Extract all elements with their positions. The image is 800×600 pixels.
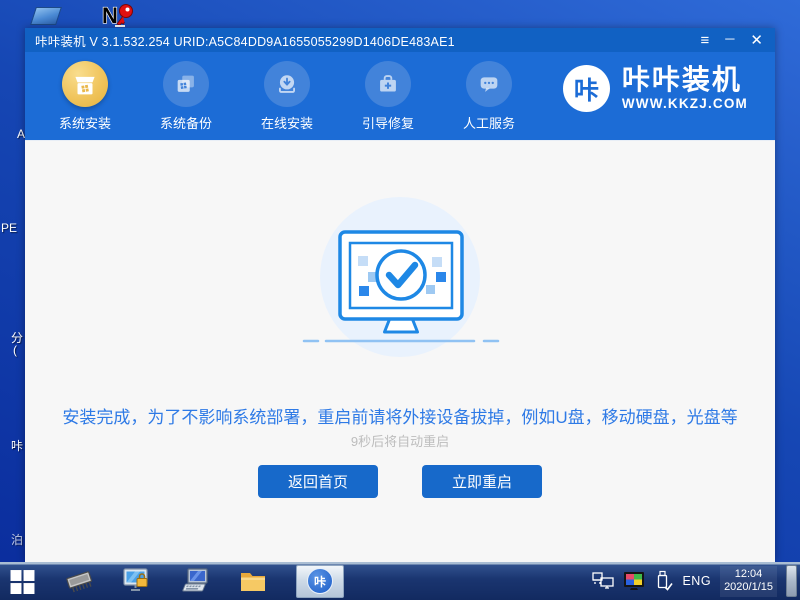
brand-logo: 咔 咔咔装机 WWW.KKZJ.COM	[563, 65, 748, 112]
folder-icon[interactable]	[239, 569, 267, 593]
clock[interactable]: 12:04 2020/1/15	[720, 566, 777, 597]
kaka-taskbar-logo: 咔	[307, 568, 333, 594]
backup-copy-icon	[163, 61, 209, 107]
clock-time: 12:04	[724, 568, 773, 582]
back-home-button[interactable]: 返回首页	[258, 465, 378, 498]
nav-item-system-install[interactable]: 系统安装	[47, 61, 123, 132]
auto-restart-countdown: 9秒后将自动重启	[25, 431, 775, 450]
taskbar: 咔	[0, 562, 800, 600]
nav-bar: 系统安装	[25, 52, 775, 140]
memory-chip-icon[interactable]	[64, 568, 94, 594]
usb-icon[interactable]	[656, 570, 673, 592]
show-desktop-button[interactable]	[786, 565, 797, 597]
kaka-logo-icon: 咔	[563, 65, 610, 112]
close-icon[interactable]: ✕	[750, 33, 763, 48]
nav-label: 系统安装	[47, 113, 123, 132]
nav-item-boot-repair[interactable]: 引导修复	[350, 61, 426, 132]
kaka-installer-window: 咔咔装机 V 3.1.532.254 URID:A5C84DD9A1655055…	[25, 28, 775, 562]
nav-label: 在线安装	[249, 113, 325, 132]
install-box-icon	[62, 61, 108, 107]
windows-start-icon[interactable]	[10, 569, 35, 594]
display-lock-icon[interactable]	[123, 568, 151, 595]
nav-label: 引导修复	[350, 113, 426, 132]
minimize-icon[interactable]: ─	[725, 31, 734, 46]
desktop: N A PE 分 ( 咔 泊 咔咔装机 V 3.1.532.254 URID:A…	[0, 0, 800, 600]
blue-screen-shortcut-icon[interactable]	[30, 7, 62, 25]
boot-repair-icon	[365, 61, 411, 107]
desktop-label-fragment: (	[13, 343, 17, 357]
network-icon[interactable]	[592, 572, 614, 590]
nav-item-online-install[interactable]: 在线安装	[249, 61, 325, 132]
support-chat-icon	[466, 61, 512, 107]
clock-date: 2020/1/15	[724, 581, 773, 595]
nav-item-system-backup[interactable]: 系统备份	[148, 61, 224, 132]
main-content: 安装完成，为了不影响系统部署，重启前请将外接设备拔掉，例如U盘，移动硬盘，光盘等…	[25, 140, 775, 562]
desktop-label-fragment: 泊	[11, 531, 23, 548]
nav-item-support[interactable]: 人工服务	[451, 61, 527, 132]
nav-label: 系统备份	[148, 113, 224, 132]
monitor-check-icon	[290, 191, 510, 371]
kaka-app-icon[interactable]: 咔	[296, 565, 344, 598]
restart-now-button[interactable]: 立即重启	[422, 465, 542, 498]
desktop-label-fragment: PE	[1, 221, 17, 235]
install-complete-message: 安装完成，为了不影响系统部署，重启前请将外接设备拔掉，例如U盘，移动硬盘，光盘等	[25, 403, 775, 428]
svg-text:N: N	[102, 3, 118, 28]
brand-name: 咔咔装机	[622, 65, 748, 95]
menu-icon[interactable]: ≡	[700, 33, 709, 48]
color-display-icon[interactable]	[623, 571, 647, 591]
nav-label: 人工服务	[451, 113, 527, 132]
keyboard-display-icon[interactable]	[180, 568, 210, 595]
brand-site: WWW.KKZJ.COM	[622, 95, 748, 112]
window-title: 咔咔装机 V 3.1.532.254 URID:A5C84DD9A1655055…	[35, 31, 455, 50]
title-bar: 咔咔装机 V 3.1.532.254 URID:A5C84DD9A1655055…	[25, 28, 775, 52]
desktop-label-fragment: A	[17, 127, 25, 141]
desktop-label-fragment: 咔	[11, 437, 23, 454]
online-download-icon	[264, 61, 310, 107]
language-indicator[interactable]: ENG	[682, 574, 711, 588]
